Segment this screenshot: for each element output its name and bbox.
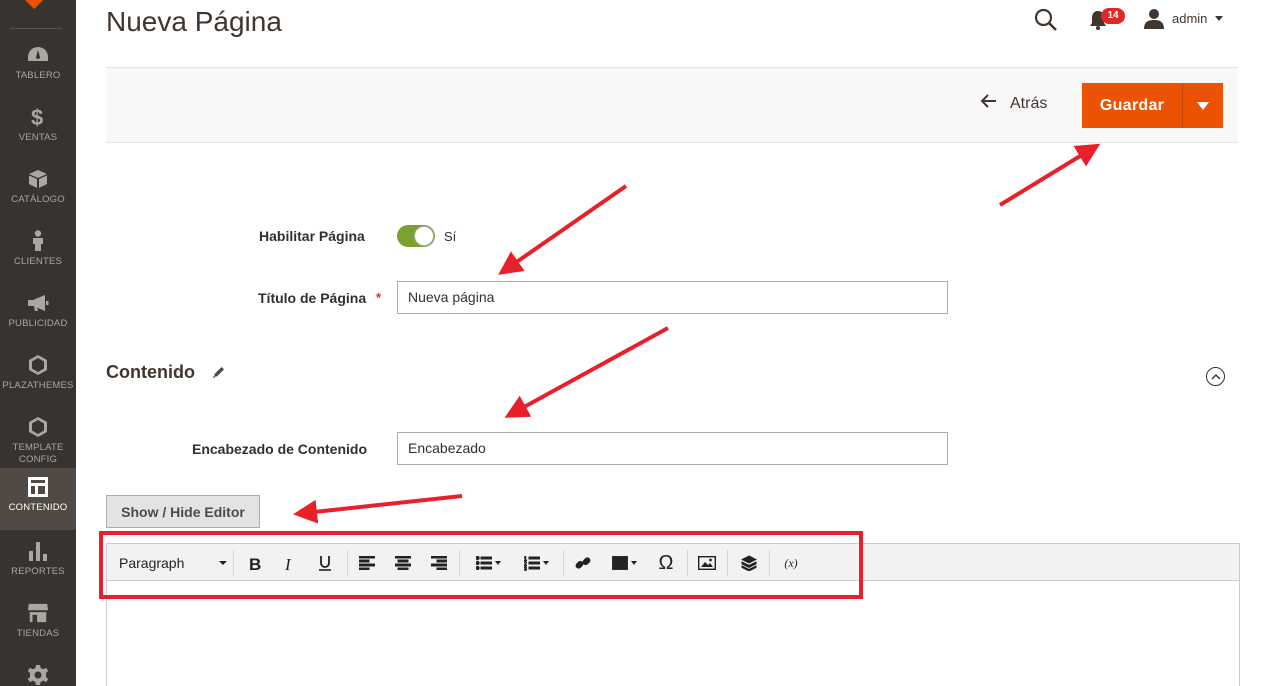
sidebar-item-template-config[interactable]: TEMPLATE CONFIG	[0, 408, 76, 468]
person-icon	[27, 230, 49, 252]
sidebar-item-label: CATÁLOGO	[11, 194, 65, 205]
enable-page-state: Sí	[444, 229, 457, 244]
sidebar-item-label: VENTAS	[18, 132, 58, 143]
search-icon[interactable]	[1034, 8, 1058, 32]
back-button[interactable]: Atrás	[980, 94, 1047, 113]
content-heading-input[interactable]: Encabezado	[397, 432, 948, 465]
page-root: TABLERO $ VENTAS CATÁLOGO CLIENTES PUBLI…	[0, 0, 1264, 686]
sidebar-item-publicidad[interactable]: PUBLICIDAD	[0, 284, 76, 346]
sidebar-item-label: PUBLICIDAD	[8, 318, 68, 329]
enable-page-label: Habilitar Página	[259, 228, 365, 244]
save-options-toggle[interactable]	[1182, 83, 1223, 128]
sidebar-item-tablero[interactable]: TABLERO	[0, 36, 76, 98]
sidebar-item-plazathemes[interactable]: PLAZATHEMES	[0, 346, 76, 408]
sidebar-item-label: CONTENIDO	[8, 502, 68, 513]
megaphone-icon	[27, 292, 49, 314]
gear-icon	[27, 664, 49, 686]
toggle-knob	[414, 226, 434, 246]
caret-down-icon	[1197, 101, 1209, 110]
arrow-left-icon	[980, 94, 998, 113]
content-heading-label: Encabezado de Contenido	[192, 441, 368, 457]
hexagon-icon	[27, 416, 49, 438]
layout-icon	[27, 476, 49, 498]
notification-count-badge[interactable]: 14	[1101, 8, 1125, 24]
annotation-arrow-editor	[293, 494, 463, 524]
user-avatar-icon[interactable]	[1143, 8, 1165, 30]
annotation-arrow-save	[998, 143, 1101, 207]
page-title-input[interactable]: Nueva página	[397, 281, 948, 314]
admin-sidebar: TABLERO $ VENTAS CATÁLOGO CLIENTES PUBLI…	[0, 0, 76, 686]
save-button[interactable]: Guardar	[1082, 83, 1182, 128]
sidebar-item-label: CLIENTES	[13, 256, 63, 267]
enable-page-toggle[interactable]	[397, 225, 435, 247]
content-section-title[interactable]: Contenido	[106, 362, 195, 383]
dollar-icon: $	[27, 106, 49, 128]
box-icon	[27, 168, 49, 190]
sidebar-divider	[10, 28, 62, 29]
hexagon-icon	[27, 354, 49, 376]
sidebar-item-reportes[interactable]: REPORTES	[0, 532, 76, 594]
sidebar-item-ventas[interactable]: $ VENTAS	[0, 98, 76, 160]
sidebar-item-label: TIENDAS	[16, 628, 60, 639]
show-hide-editor-button[interactable]: Show / Hide Editor	[106, 495, 260, 528]
sidebar-item-clientes[interactable]: CLIENTES	[0, 222, 76, 284]
page-title-label: Título de Página	[258, 290, 367, 306]
sidebar-item-catalogo[interactable]: CATÁLOGO	[0, 160, 76, 222]
pencil-icon[interactable]	[212, 365, 226, 379]
back-button-label: Atrás	[1010, 94, 1048, 112]
annotation-arrow-heading	[504, 326, 669, 418]
sidebar-item-sistema[interactable]	[0, 656, 76, 686]
dashboard-icon	[27, 44, 49, 66]
chevron-down-icon[interactable]	[1215, 16, 1223, 21]
svg-text:$: $	[31, 106, 43, 128]
sidebar-item-tiendas[interactable]: TIENDAS	[0, 594, 76, 656]
user-menu-name[interactable]: admin	[1172, 11, 1207, 26]
sidebar-item-contenido[interactable]: CONTENIDO	[0, 468, 76, 530]
required-indicator: *	[376, 290, 382, 305]
annotation-highlight-box	[99, 531, 863, 599]
sidebar-item-label: TEMPLATE CONFIG	[12, 442, 64, 465]
collapse-section-icon[interactable]	[1206, 367, 1225, 386]
bar-chart-icon	[27, 540, 49, 562]
sidebar-item-label: PLAZATHEMES	[2, 380, 74, 391]
page-title: Nueva Página	[106, 6, 282, 37]
store-icon	[27, 602, 49, 624]
annotation-arrow-title	[498, 184, 628, 275]
magento-logo-icon[interactable]	[19, 0, 45, 10]
sidebar-item-label: REPORTES	[11, 566, 65, 577]
sidebar-item-label: TABLERO	[15, 70, 61, 81]
page-actions-bar	[106, 67, 1238, 143]
